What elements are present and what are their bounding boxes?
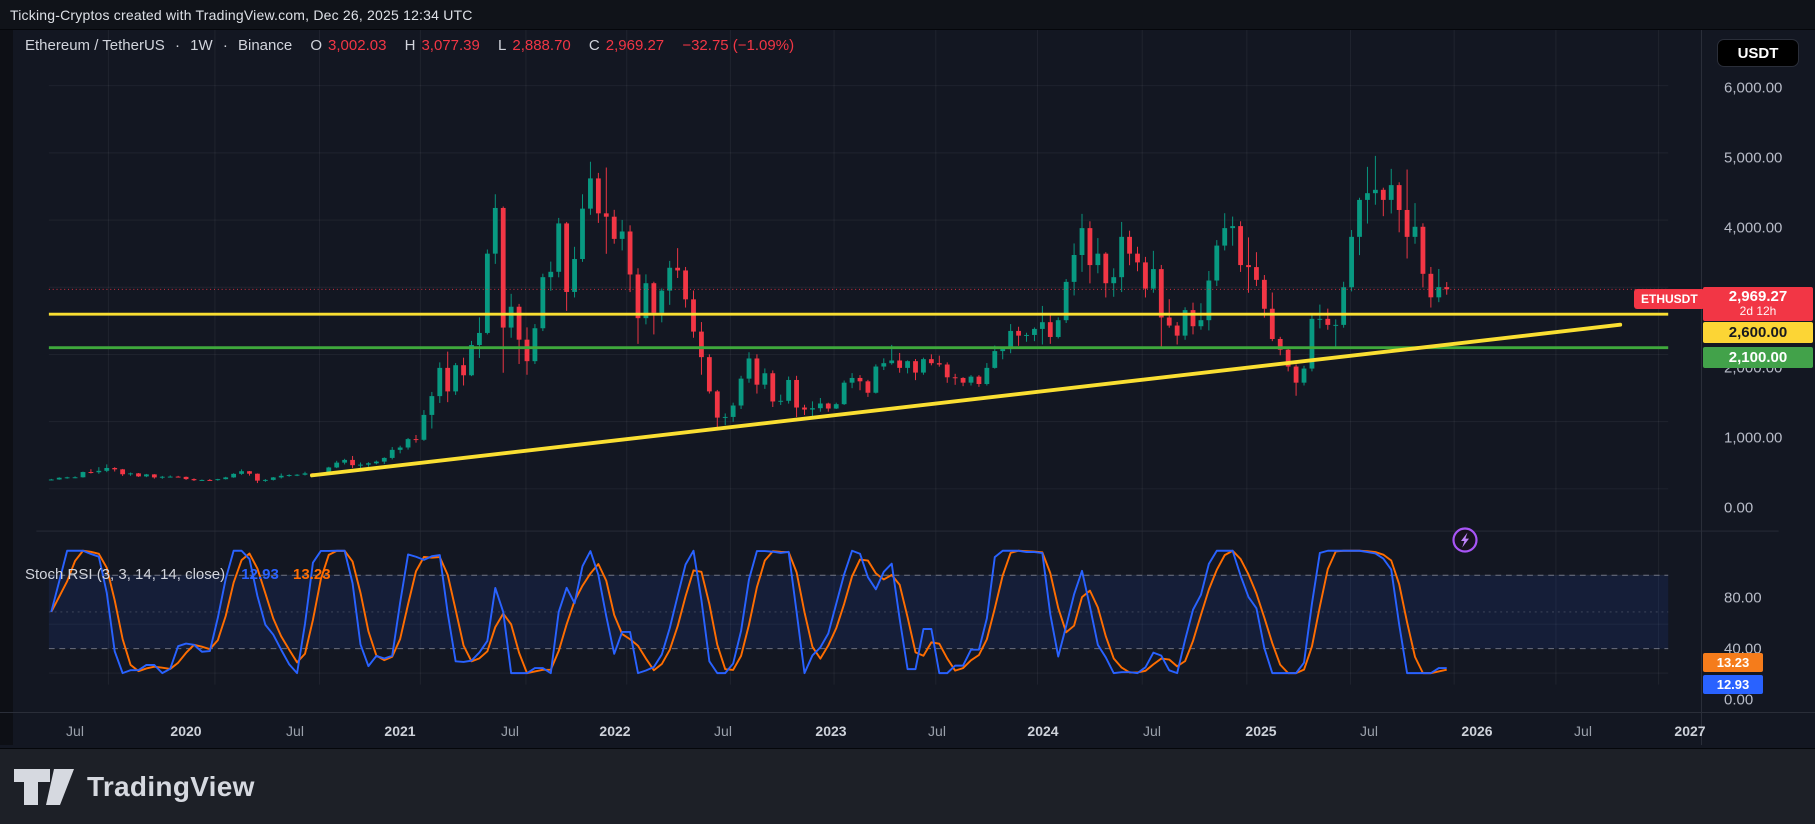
time-tick-label: Jul bbox=[928, 718, 946, 744]
last-price-badge: 2,969.27 2d 12h bbox=[1703, 287, 1813, 321]
high-letter: H bbox=[405, 37, 416, 54]
price-tick-label: 4,000.00 bbox=[1724, 220, 1782, 237]
price-tick-label: 1,000.00 bbox=[1724, 430, 1782, 447]
price-tick-label: 0.00 bbox=[1724, 500, 1753, 517]
open-letter: O bbox=[310, 37, 322, 54]
tradingview-logo-text: TradingView bbox=[87, 771, 255, 803]
tradingview-chart-window: Ticking-Cryptos created with TradingView… bbox=[0, 0, 1815, 824]
time-tick-label: 2022 bbox=[599, 718, 630, 744]
time-tick-label: 2020 bbox=[170, 718, 201, 744]
time-tick-label: Jul bbox=[1143, 718, 1161, 744]
time-tick-label: Jul bbox=[714, 718, 732, 744]
stoch-band bbox=[49, 575, 1668, 648]
stoch-d-value: 13.23 bbox=[293, 566, 331, 583]
time-tick-label: Jul bbox=[1360, 718, 1378, 744]
attribution-bar: Ticking-Cryptos created with TradingView… bbox=[0, 0, 1815, 30]
time-tick-label: 2021 bbox=[384, 718, 415, 744]
exchange-label[interactable]: Binance bbox=[238, 37, 292, 54]
time-tick-label: 2027 bbox=[1674, 718, 1705, 744]
high-value: 3,077.39 bbox=[421, 37, 479, 54]
currency-toggle-button[interactable]: USDT bbox=[1717, 39, 1799, 67]
boost-lightning-icon[interactable] bbox=[1451, 526, 1479, 554]
low-letter: L bbox=[498, 37, 506, 54]
candlestick-series bbox=[49, 156, 1449, 483]
time-scale-border bbox=[0, 712, 1815, 713]
time-tick-label: 2026 bbox=[1461, 718, 1492, 744]
stoch-k-value: 12.93 bbox=[241, 566, 279, 583]
indicator-tick-label: 0.00 bbox=[1724, 692, 1753, 709]
time-tick-label: Jul bbox=[66, 718, 84, 744]
tradingview-logo-icon bbox=[14, 769, 76, 805]
footer-bar: TradingView bbox=[0, 748, 1815, 824]
symbol-price-tag: ETHUSDT bbox=[1634, 289, 1705, 309]
legend-separator: · bbox=[223, 37, 228, 54]
drawings bbox=[49, 289, 1668, 475]
tradingview-logo[interactable]: TradingView bbox=[14, 769, 255, 805]
symbol-name[interactable]: Ethereum / TetherUS bbox=[25, 37, 165, 54]
level-badge-2100: 2,100.00 bbox=[1703, 347, 1813, 368]
time-tick-label: Jul bbox=[501, 718, 519, 744]
low-value: 2,888.70 bbox=[512, 37, 570, 54]
open-value: 3,002.03 bbox=[328, 37, 386, 54]
stoch-k-badge: 12.93 bbox=[1703, 675, 1763, 694]
indicator-title[interactable]: Stoch RSI (3, 3, 14, 14, close) bbox=[25, 566, 225, 583]
close-value: 2,969.27 bbox=[606, 37, 664, 54]
price-tick-label: 5,000.00 bbox=[1724, 150, 1782, 167]
level-badge-2600: 2,600.00 bbox=[1703, 322, 1813, 343]
close-letter: C bbox=[589, 37, 600, 54]
bar-countdown: 2d 12h bbox=[1703, 305, 1813, 318]
stoch-d-badge: 13.23 bbox=[1703, 653, 1763, 672]
price-scale-border bbox=[1701, 30, 1702, 745]
time-tick-label: 2025 bbox=[1245, 718, 1276, 744]
chart-canvas[interactable] bbox=[0, 30, 1815, 748]
time-tick-label: 2023 bbox=[815, 718, 846, 744]
change-value: −32.75 (−1.09%) bbox=[682, 37, 794, 54]
symbol-legend[interactable]: Ethereum / TetherUS · 1W · Binance O 3,00… bbox=[25, 37, 800, 54]
legend-separator: · bbox=[175, 37, 180, 54]
indicator-tick-label: 80.00 bbox=[1724, 590, 1762, 607]
last-price-value: 2,969.27 bbox=[1703, 288, 1813, 305]
time-tick-label: Jul bbox=[286, 718, 304, 744]
time-tick-label: 2024 bbox=[1027, 718, 1058, 744]
price-tick-label: 6,000.00 bbox=[1724, 80, 1782, 97]
indicator-legend[interactable]: Stoch RSI (3, 3, 14, 14, close) 12.93 13… bbox=[25, 566, 331, 583]
interval-label[interactable]: 1W bbox=[190, 37, 213, 54]
attribution-text: Ticking-Cryptos created with TradingView… bbox=[10, 7, 473, 23]
time-tick-label: Jul bbox=[1574, 718, 1592, 744]
